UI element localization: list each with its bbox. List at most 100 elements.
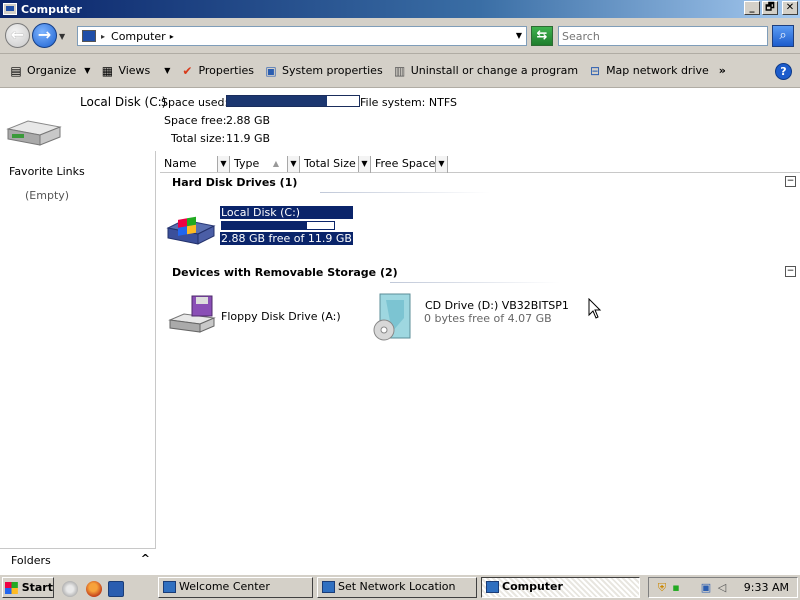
network-warning-icon[interactable]: ▪ (669, 581, 683, 595)
column-header-name[interactable]: Name ▼ (160, 156, 230, 173)
selected-item-name: Local Disk (C:) (80, 95, 167, 109)
network-icon[interactable]: ▣ (699, 581, 713, 595)
file-list: Hard Disk Drives (1) − Local Disk (C:) 2… (160, 174, 800, 571)
group-divider (390, 282, 560, 283)
forward-arrow-icon: → (37, 25, 52, 44)
breadcrumb-separator-icon[interactable]: ▸ (101, 32, 105, 41)
command-bar: ▤ Organize ▼ ▦ Views ▼ ✔ Properties ▣ Sy… (0, 54, 800, 88)
computer-icon (82, 30, 96, 42)
start-label: Start (21, 580, 53, 594)
start-button[interactable]: Start (2, 577, 54, 598)
volume-icon[interactable]: ◁ (715, 581, 729, 595)
computer-icon (3, 3, 17, 15)
computer-icon (486, 581, 499, 593)
organize-label: Organize (27, 64, 77, 77)
window-title: Computer (21, 2, 82, 16)
details-pane: Local Disk (C:) Space used: File system:… (0, 89, 800, 151)
taskbar-item-set-network-location[interactable]: Set Network Location (317, 577, 477, 598)
map-network-drive-label: Map network drive (606, 64, 709, 77)
system-properties-button[interactable]: ▣ System properties (259, 59, 388, 83)
drive-name: Local Disk (C:) (220, 206, 353, 219)
refresh-button[interactable]: ⇆ (531, 26, 553, 46)
chevron-down-icon[interactable]: ▼ (217, 156, 229, 172)
floppy-drive-icon (168, 295, 216, 333)
chevron-up-icon: ^ (140, 552, 150, 565)
organize-icon: ▤ (10, 63, 22, 78)
task-label: Set Network Location (338, 580, 456, 593)
address-bar-region: ← → ▼ ▸ Computer ▸ ▼ ⇆ ⌕ (0, 18, 800, 54)
back-arrow-icon: ← (10, 25, 25, 44)
search-input[interactable] (558, 26, 768, 46)
task-label: Welcome Center (179, 580, 270, 593)
close-button[interactable]: ✕ (782, 1, 798, 15)
search-button[interactable]: ⌕ (772, 25, 794, 47)
total-size-label: Total size: (171, 132, 226, 145)
navigation-pane: Favorite Links (Empty) Folders ^ (0, 151, 156, 572)
space-used-bar (226, 95, 360, 107)
breadcrumb-chevron-down-icon[interactable]: ▸ (170, 32, 174, 41)
drive-usage-bar (221, 221, 335, 230)
sort-ascending-icon: ▲ (272, 159, 279, 168)
system-properties-label: System properties (282, 64, 383, 77)
folders-bar[interactable]: Folders ^ (0, 548, 156, 572)
clock[interactable]: 9:33 AM (744, 581, 789, 594)
views-icon: ▦ (101, 63, 114, 78)
favorite-links-title: Favorite Links (9, 165, 85, 178)
system-properties-icon: ▣ (265, 63, 277, 78)
views-menu[interactable]: ▦ Views ▼ (95, 59, 175, 83)
organize-menu[interactable]: ▤ Organize ▼ (4, 59, 95, 83)
taskbar: Start Welcome Center Set Network Locatio… (0, 574, 800, 600)
switch-windows-icon[interactable] (108, 581, 124, 597)
chevron-down-icon[interactable]: ▼ (358, 156, 370, 172)
collapse-group-icon[interactable]: − (785, 176, 796, 187)
recent-pages-dropdown[interactable]: ▼ (59, 32, 65, 41)
column-header-type[interactable]: Type ▲ ▼ (230, 156, 300, 173)
search-icon: ⌕ (779, 28, 787, 43)
uninstall-label: Uninstall or change a program (410, 64, 579, 77)
properties-button[interactable]: ✔ Properties (175, 59, 259, 83)
properties-label: Properties (198, 64, 255, 77)
toolbar-overflow-button[interactable]: » (714, 59, 731, 83)
space-free-label: Space free: (164, 114, 227, 127)
space-used-label: Space used: (161, 96, 229, 109)
hard-drive-icon (166, 216, 216, 245)
address-box[interactable]: ▸ Computer ▸ ▼ (77, 26, 527, 46)
firefox-icon[interactable] (86, 581, 102, 597)
address-dropdown-icon[interactable]: ▼ (516, 31, 522, 40)
drive-tile-cd[interactable]: CD Drive (D:) VB32BITSP1 0 bytes free of… (370, 292, 570, 342)
space-used-fill (227, 96, 328, 106)
column-headers: Name ▼ Type ▲ ▼ Total Size ▼ Free Space … (160, 156, 800, 173)
chevron-down-icon[interactable]: ▼ (435, 156, 447, 172)
taskbar-item-computer[interactable]: Computer (481, 577, 640, 598)
drive-details: CD Drive (D:) VB32BITSP1 0 bytes free of… (424, 299, 570, 325)
column-total-size-label: Total Size (304, 157, 356, 170)
group-divider (320, 192, 490, 193)
drive-name: Floppy Disk Drive (A:) (221, 310, 341, 323)
column-header-free-space[interactable]: Free Space ▼ (371, 156, 448, 173)
back-button[interactable]: ← (5, 23, 30, 48)
drive-tile-floppy[interactable]: Floppy Disk Drive (A:) (166, 294, 342, 334)
help-button[interactable]: ? (775, 63, 792, 80)
chevron-down-icon[interactable]: ▼ (287, 156, 299, 172)
group-header-hard-disk-drives[interactable]: Hard Disk Drives (1) (172, 176, 297, 189)
security-shield-icon[interactable]: ⛨ (655, 581, 669, 595)
minimize-button[interactable]: _ (744, 1, 760, 15)
collapse-group-icon[interactable]: − (785, 266, 796, 277)
drive-free-space: 2.88 GB free of 11.9 GB (220, 232, 353, 245)
uninstall-icon: ▥ (394, 63, 406, 78)
column-header-total-size[interactable]: Total Size ▼ (300, 156, 371, 173)
taskbar-item-welcome-center[interactable]: Welcome Center (158, 577, 313, 598)
checkmark-icon: ✔ (182, 63, 193, 78)
space-free-value: 2.88 GB (226, 114, 271, 127)
group-header-removable-storage[interactable]: Devices with Removable Storage (2) (172, 266, 398, 279)
forward-button[interactable]: → (32, 23, 57, 48)
drive-name: CD Drive (D:) VB32BITSP1 (425, 299, 569, 312)
breadcrumb-computer[interactable]: Computer (111, 30, 166, 43)
drive-tile-local-disk[interactable]: Local Disk (C:) 2.88 GB free of 11.9 GB (166, 206, 353, 246)
show-desktop-icon[interactable] (62, 581, 78, 597)
restore-button[interactable]: 🗗 (762, 1, 778, 15)
map-network-drive-button[interactable]: ⊟ Map network drive (583, 59, 714, 83)
uninstall-program-button[interactable]: ▥ Uninstall or change a program (388, 59, 583, 83)
total-size-value: 11.9 GB (226, 132, 271, 145)
system-tray: ⛨ ▪ ▣ ◁ 9:33 AM (648, 577, 798, 598)
